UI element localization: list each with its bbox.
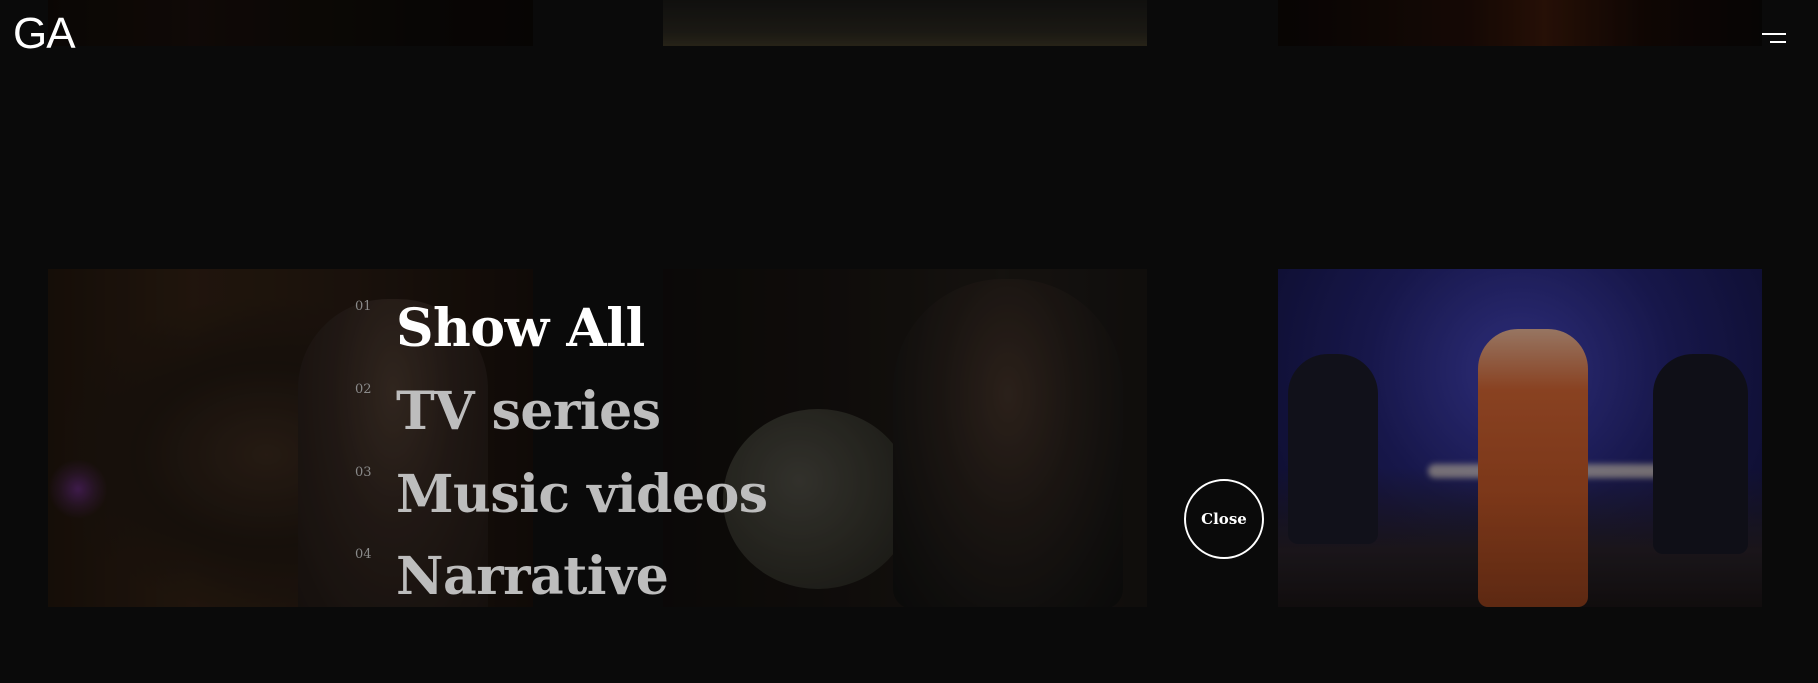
hamburger-menu-icon[interactable] <box>1756 30 1786 48</box>
filter-item-tv-series[interactable]: 02 TV series <box>355 382 775 452</box>
project-thumbnail[interactable] <box>48 0 533 46</box>
menu-bar <box>1770 41 1786 43</box>
filter-item-number: 03 <box>355 465 372 480</box>
filter-item-number: 04 <box>355 547 372 562</box>
close-button[interactable]: Close <box>1184 479 1264 559</box>
project-thumbnail[interactable] <box>1278 269 1762 607</box>
menu-bar <box>1762 33 1786 35</box>
thumbnail-subject <box>1288 354 1378 544</box>
filter-item-label: Show All <box>396 298 645 359</box>
project-thumbnail[interactable] <box>1278 0 1762 46</box>
project-thumbnail[interactable] <box>663 0 1147 46</box>
filter-item-label: Music videos <box>396 464 768 525</box>
filter-item-narrative[interactable]: 04 Narrative <box>355 547 775 617</box>
thumbnail-subject <box>1653 354 1748 554</box>
filter-item-number: 01 <box>355 299 372 314</box>
thumbnail-subject <box>1478 329 1588 607</box>
filter-item-music-videos[interactable]: 03 Music videos <box>355 465 775 535</box>
filter-item-show-all[interactable]: 01 Show All <box>355 299 775 369</box>
filter-item-number: 02 <box>355 382 372 397</box>
filter-item-label: Narrative <box>396 546 669 607</box>
filter-item-label: TV series <box>396 381 661 442</box>
site-logo[interactable]: GA <box>13 12 76 56</box>
